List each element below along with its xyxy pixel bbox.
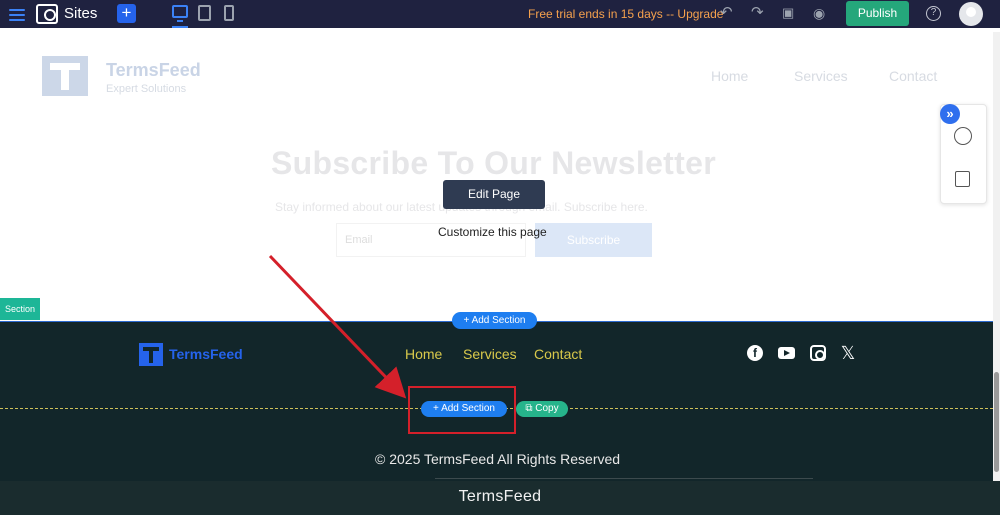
scrollbar-thumb[interactable]: [994, 372, 999, 472]
header-nav-contact[interactable]: Contact: [889, 68, 937, 84]
footer-section: + Add Section TermsFeed Home Services Co…: [0, 312, 993, 481]
caption-bar: TermsFeed: [0, 481, 1000, 515]
scrollbar[interactable]: [993, 32, 1000, 481]
section-tag[interactable]: Section: [0, 298, 40, 320]
add-button[interactable]: +: [117, 4, 136, 23]
expand-panel-icon[interactable]: »: [940, 104, 960, 124]
site-brand-name: TermsFeed: [106, 60, 201, 80]
site-brand-tagline: Expert Solutions: [106, 83, 187, 95]
customize-label: Customize this page: [438, 225, 547, 239]
publish-button[interactable]: Publish: [846, 1, 909, 26]
palette-icon[interactable]: [954, 127, 972, 145]
mobile-view-icon[interactable]: [224, 5, 234, 21]
site-logo: [42, 56, 88, 96]
footer-nav-services[interactable]: Services: [463, 346, 517, 362]
edit-icon[interactable]: [955, 171, 970, 187]
footer-logo: [139, 343, 163, 366]
header-nav-services[interactable]: Services: [794, 68, 848, 84]
add-section-button-top[interactable]: + Add Section: [452, 312, 537, 329]
add-section-button[interactable]: + Add Section: [421, 401, 507, 417]
x-icon[interactable]: 𝕏: [840, 344, 856, 362]
header-nav-home[interactable]: Home: [711, 68, 748, 84]
footer-nav-contact[interactable]: Contact: [534, 346, 582, 362]
edit-page-button[interactable]: Edit Page: [443, 180, 545, 209]
instagram-icon[interactable]: [810, 345, 826, 361]
newsletter-title: Subscribe To Our Newsletter: [271, 145, 716, 181]
redo-icon[interactable]: ↷: [751, 5, 764, 21]
active-view-indicator: [172, 26, 188, 28]
editor-toolbar: Sites + Free trial ends in 15 days -- Up…: [0, 0, 1000, 28]
sites-icon[interactable]: [36, 4, 58, 24]
undo-icon[interactable]: ↶: [720, 5, 733, 21]
help-icon[interactable]: ?: [926, 6, 941, 21]
preview-icon[interactable]: ◉: [813, 5, 825, 21]
page-canvas: TermsFeed Expert Solutions Home Services…: [0, 32, 993, 481]
trial-upgrade-link[interactable]: Free trial ends in 15 days -- Upgrade: [528, 7, 723, 21]
youtube-icon[interactable]: [778, 347, 795, 359]
avatar[interactable]: [959, 2, 983, 26]
subscribe-button[interactable]: Subscribe: [535, 223, 652, 257]
tablet-view-icon[interactable]: [198, 5, 211, 21]
footer-nav-home[interactable]: Home: [405, 346, 442, 362]
copy-button[interactable]: ⧉ Copy: [516, 401, 568, 417]
sites-label[interactable]: Sites: [64, 5, 97, 22]
desktop-view-icon[interactable]: [172, 5, 188, 22]
footer-brand-name: TermsFeed: [169, 346, 243, 362]
footer-rule: [435, 478, 813, 479]
facebook-icon[interactable]: f: [747, 345, 763, 361]
copyright-text: © 2025 TermsFeed All Rights Reserved: [375, 451, 621, 467]
save-icon[interactable]: ▣: [782, 5, 794, 21]
menu-icon[interactable]: [9, 6, 25, 22]
